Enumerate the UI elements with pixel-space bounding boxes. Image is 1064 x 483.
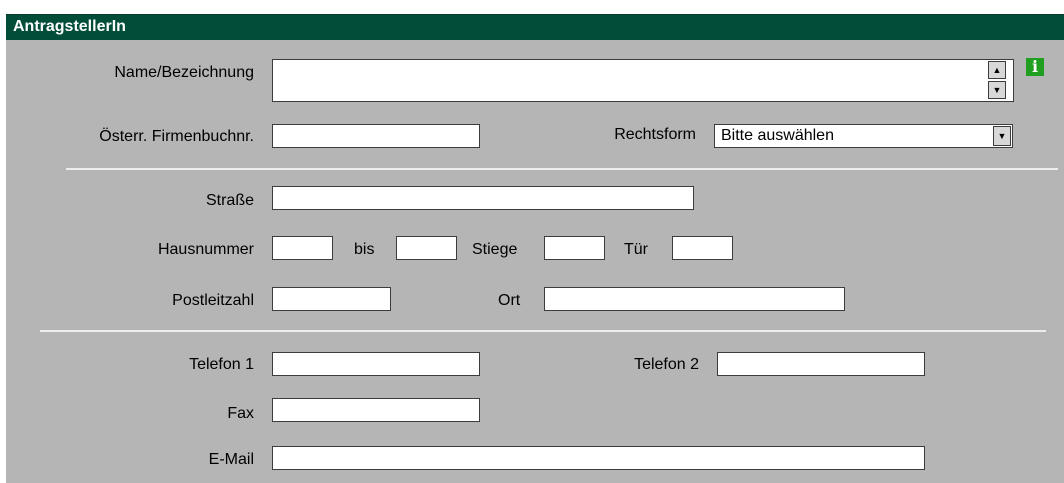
plz-label: Postleitzahl [172,292,254,309]
name-textarea[interactable] [272,59,1014,102]
section-title: AntragstellerIn [13,18,126,35]
info-icon[interactable]: i [1026,58,1044,76]
firmenbuchnr-input[interactable] [272,124,480,148]
tuer-label: Tür [624,241,648,258]
hausnummer-label: Hausnummer [157,241,254,258]
stiege-input[interactable] [544,236,605,260]
strasse-label: Straße [205,192,254,209]
rechtsform-label: Rechtsform [614,126,696,143]
ort-input[interactable] [544,287,845,311]
form-panel: Name/Bezeichnung ▲ ▼ i Österr. Firmenbuc… [6,40,1064,483]
bis-input[interactable] [396,236,457,260]
name-label: Name/Bezeichnung [114,64,254,81]
scroll-down-button[interactable]: ▼ [988,81,1006,99]
section-header: AntragstellerIn [0,0,1064,40]
hausnummer-input[interactable] [272,236,333,260]
plz-input[interactable] [272,287,391,311]
email-label: E-Mail [208,451,254,468]
telefon2-label: Telefon 2 [634,356,699,373]
tuer-input[interactable] [672,236,733,260]
email-input[interactable] [272,446,925,470]
telefon1-input[interactable] [272,352,480,376]
scroll-up-button[interactable]: ▲ [988,61,1006,79]
bis-label: bis [354,241,375,258]
fax-input[interactable] [272,398,480,422]
telefon1-label: Telefon 1 [189,356,254,373]
rechtsform-selected-value: Bitte auswählen [721,127,834,144]
stiege-label: Stiege [472,241,518,258]
divider-top [66,168,1058,170]
rechtsform-select[interactable]: Bitte auswählen ▼ [714,124,1013,148]
divider-bottom [40,330,1046,332]
telefon2-input[interactable] [717,352,925,376]
chevron-down-icon[interactable]: ▼ [993,126,1011,146]
fax-label: Fax [227,405,254,422]
name-scroll-spinner: ▲ ▼ [988,61,1006,101]
firmenbuchnr-label: Österr. Firmenbuchnr. [99,128,254,145]
strasse-input[interactable] [272,186,694,210]
section-header-bar: AntragstellerIn [6,14,1064,40]
ort-label: Ort [498,292,521,309]
applicant-form-frame: AntragstellerIn Name/Bezeichnung ▲ ▼ i Ö… [0,0,1064,483]
